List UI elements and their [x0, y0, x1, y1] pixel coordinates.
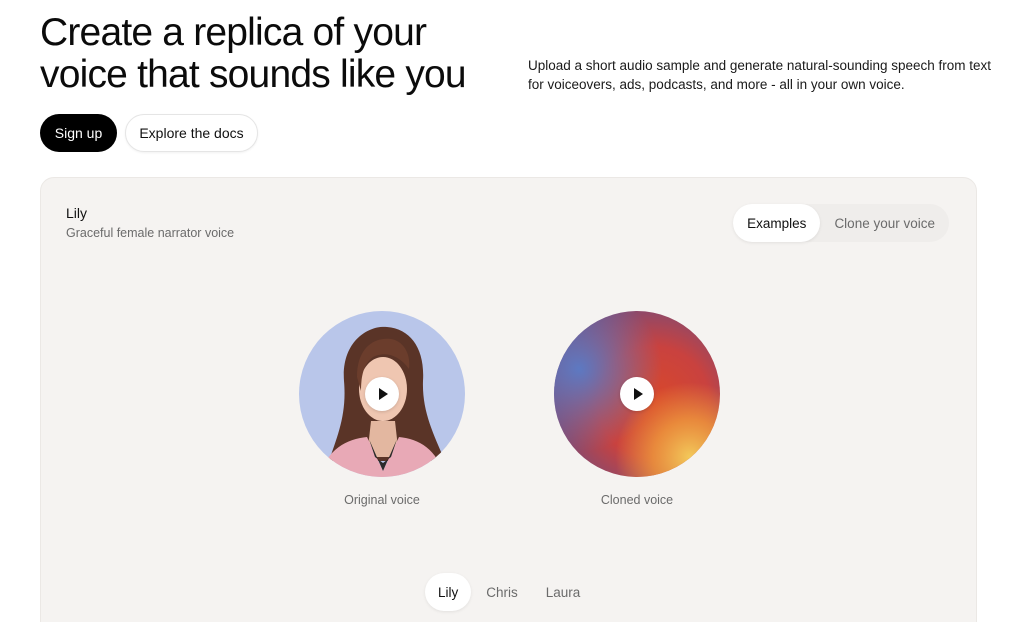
speaker-lily[interactable]: Lily — [425, 573, 472, 611]
voice-name: Lily — [66, 205, 88, 221]
cloned-voice-card: Cloned voice — [554, 311, 720, 507]
tab-clone-your-voice[interactable]: Clone your voice — [820, 204, 949, 242]
cloned-voice-orb — [554, 311, 720, 477]
tab-examples[interactable]: Examples — [733, 204, 821, 242]
voice-description: Graceful female narrator voice — [66, 226, 235, 240]
speaker-selector: Lily Chris Laura — [425, 573, 593, 611]
sign-up-button[interactable]: Sign up — [40, 114, 117, 152]
explore-docs-button[interactable]: Explore the docs — [125, 114, 258, 152]
speaker-chris[interactable]: Chris — [473, 573, 531, 611]
original-voice-avatar — [299, 311, 465, 477]
play-original-button[interactable] — [365, 377, 399, 411]
speaker-laura[interactable]: Laura — [533, 573, 594, 611]
cloned-voice-label: Cloned voice — [600, 493, 674, 507]
play-cloned-button[interactable] — [620, 377, 654, 411]
page-title: Create a replica of your voice that soun… — [40, 11, 467, 96]
mode-toggle: Examples Clone your voice — [733, 204, 949, 242]
cta-row: Sign up Explore the docs — [40, 114, 258, 152]
original-voice-card: Original voice — [299, 311, 465, 507]
original-voice-label: Original voice — [344, 493, 420, 507]
hero-description: Upload a short audio sample and generate… — [528, 58, 992, 92]
voice-demo-panel: Lily Graceful female narrator voice Exam… — [40, 177, 977, 622]
